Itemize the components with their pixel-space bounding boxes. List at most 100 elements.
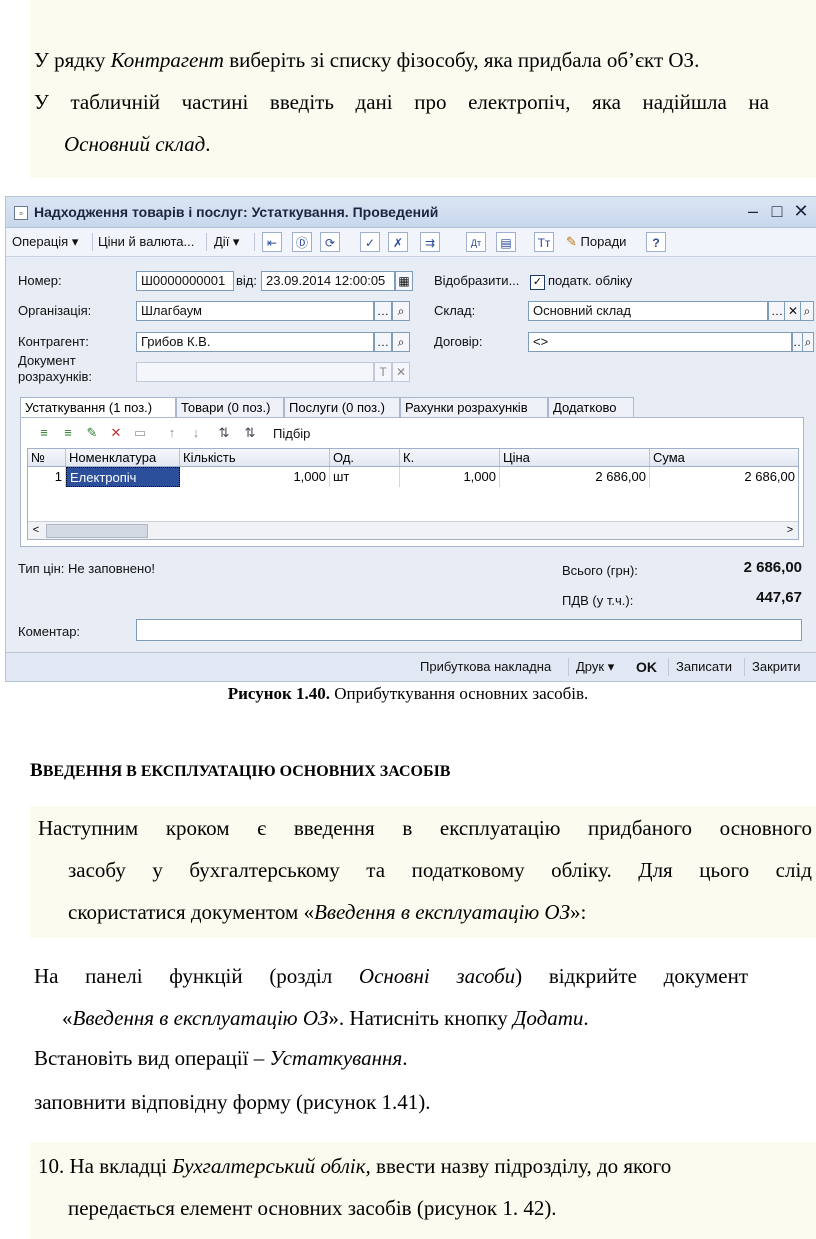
copy-row-icon[interactable]: ≡ (59, 424, 77, 442)
intro-line-2: У табличній частині введіть дані про еле… (34, 90, 769, 114)
caption-text: Оприбуткування основних засобів. (330, 684, 589, 703)
column-header[interactable]: № (28, 449, 66, 466)
help-icon[interactable]: ? (646, 232, 666, 252)
select-button[interactable]: … (374, 332, 392, 352)
column-header[interactable]: Кількість (180, 449, 330, 466)
warehouse-label: Склад: (434, 303, 476, 318)
text: 10. На вкладці (38, 1154, 173, 1178)
scroll-thumb[interactable] (46, 524, 148, 538)
minimize-icon[interactable]: – (742, 200, 764, 222)
table-row[interactable]: 1 Електропіч 1,000 шт 1,000 2 686,00 2 6… (28, 467, 798, 487)
title-bar: ▫ Надходження товарів і послуг: Устаткув… (6, 197, 816, 228)
column-header[interactable]: Од. (330, 449, 400, 466)
operation-menu[interactable]: Операція ▾ (12, 232, 78, 252)
refresh-icon[interactable]: ⟳ (320, 232, 340, 252)
print-menu[interactable]: Друк ▾ (576, 657, 614, 677)
total-label: Всього (грн): (562, 563, 638, 578)
bottom-bar: Прибуткова накладна Друк ▾ OK Записати З… (6, 652, 816, 681)
text: . (583, 1006, 589, 1030)
save-button[interactable]: Записати (676, 657, 732, 677)
contractor-label: Контрагент: (18, 334, 89, 349)
text-italic: Основні засоби (358, 964, 516, 988)
cell-price[interactable]: 2 686,00 (500, 467, 650, 487)
cell-sum[interactable]: 2 686,00 (650, 467, 798, 487)
number-field[interactable]: Ш0000000001 (136, 271, 234, 291)
open-search-icon[interactable]: ⌕ (392, 332, 410, 352)
cell-item[interactable]: Електропіч (66, 467, 180, 487)
document-icon: ▫ (14, 206, 28, 220)
para2-line-2: «Введення в експлуатацію ОЗ». Натисніть … (62, 1002, 589, 1034)
table-header: № Номенклатура Кількість Од. К. Ціна Сум… (28, 449, 798, 467)
text-format-icon[interactable]: Tт (534, 232, 554, 252)
tab-goods[interactable]: Товари (0 поз.) (176, 397, 284, 417)
contract-label: Договір: (434, 334, 483, 349)
settlement-doc-field[interactable] (136, 362, 374, 382)
column-header[interactable]: Номенклатура (66, 449, 180, 466)
tab-additional[interactable]: Додатково (548, 397, 634, 417)
para1-line-2: засобу у бухгалтерському та податковому … (68, 858, 812, 882)
actions-menu[interactable]: Дії ▾ (214, 232, 239, 252)
selection-button[interactable]: Підбір (273, 426, 310, 441)
tab-services[interactable]: Послуги (0 поз.) (284, 397, 400, 417)
end-edit-icon[interactable]: ▭ (131, 424, 149, 442)
horizontal-scrollbar[interactable]: < > (28, 521, 798, 539)
para2-line-1: На панелі функцій (розділ Основні засоби… (34, 960, 748, 992)
open-search-icon[interactable]: ⌕ (800, 301, 814, 321)
column-header[interactable]: Ціна (500, 449, 650, 466)
scroll-right-icon[interactable]: > (782, 522, 798, 538)
tax-checkbox[interactable]: ✓ (530, 275, 545, 290)
delete-row-icon[interactable]: ✕ (107, 424, 125, 442)
prices-currency-button[interactable]: Ціни й валюта... (98, 232, 194, 252)
column-header[interactable]: Сума (650, 449, 798, 466)
tab-settlement-accounts[interactable]: Рахунки розрахунків (400, 397, 548, 417)
edit-row-icon[interactable]: ✎ (83, 424, 101, 442)
cell-quantity[interactable]: 1,000 (180, 467, 330, 487)
text-type-icon[interactable]: T (374, 362, 392, 382)
contract-field[interactable]: <> (528, 332, 792, 352)
report-icon[interactable]: ▤ (496, 232, 516, 252)
column-header[interactable]: К. (400, 449, 500, 466)
document-window: ▫ Надходження товарів і послуг: Устаткув… (5, 196, 816, 682)
text-italic: Основний склад (64, 132, 206, 156)
text: . (205, 132, 211, 156)
move-up-icon[interactable]: ↑ (163, 424, 181, 442)
post-icon[interactable]: ✓ (360, 232, 380, 252)
caption-number: Рисунок 1.40. (227, 684, 331, 703)
toolbar-separator (744, 658, 745, 676)
contractor-field[interactable]: Грибов К.В. (136, 332, 374, 352)
sort-asc-icon[interactable]: ⇅ (215, 424, 233, 442)
comment-field[interactable] (136, 619, 802, 641)
cell-unit[interactable]: шт (330, 467, 400, 487)
para2-line-4: заповнити відповідну форму (рисунок 1.41… (34, 1090, 431, 1114)
tips-button[interactable]: ✎ Поради (566, 232, 626, 252)
text: Встановіть вид операції – (34, 1046, 270, 1070)
open-search-icon[interactable]: ⌕ (802, 332, 814, 352)
move-down-icon[interactable]: ↓ (187, 424, 205, 442)
sort-desc-icon[interactable]: ⇅ (241, 424, 259, 442)
date-field[interactable]: 23.09.2014 12:00:05 (261, 271, 395, 291)
open-search-icon[interactable]: ⌕ (392, 301, 410, 321)
close-icon[interactable]: ✕ (790, 200, 812, 222)
unpost-icon[interactable]: ✗ (388, 232, 408, 252)
warehouse-field[interactable]: Основний склад (528, 301, 768, 321)
calendar-icon[interactable]: ▦ (395, 271, 413, 291)
scroll-left-icon[interactable]: < (28, 522, 44, 538)
back-arrow-icon[interactable]: ⇤ (262, 232, 282, 252)
price-type-status[interactable]: Тип цін: Не заповнено! (18, 561, 155, 576)
dt-kt-icon[interactable]: Дт (466, 232, 486, 252)
maximize-icon[interactable]: □ (766, 200, 788, 222)
ok-button[interactable]: OK (636, 657, 657, 677)
receipt-invoice-button[interactable]: Прибуткова накладна (420, 657, 551, 677)
text: ». Натисніть кнопку (328, 1006, 513, 1030)
number-label: Номер: (18, 273, 62, 288)
close-button[interactable]: Закрити (752, 657, 800, 677)
cell-coefficient[interactable]: 1,000 (400, 467, 500, 487)
organization-field[interactable]: Шлагбаум (136, 301, 374, 321)
tab-equipment[interactable]: Устаткування (1 поз.) (20, 397, 176, 418)
select-button[interactable]: … (374, 301, 392, 321)
clear-icon[interactable]: ✕ (392, 362, 410, 382)
add-row-icon[interactable]: ≡ (35, 424, 53, 442)
pen-icon: ✎ (566, 234, 577, 249)
based-on-icon[interactable]: ⇉ (420, 232, 440, 252)
structure-icon[interactable]: Ⓓ (292, 232, 312, 252)
